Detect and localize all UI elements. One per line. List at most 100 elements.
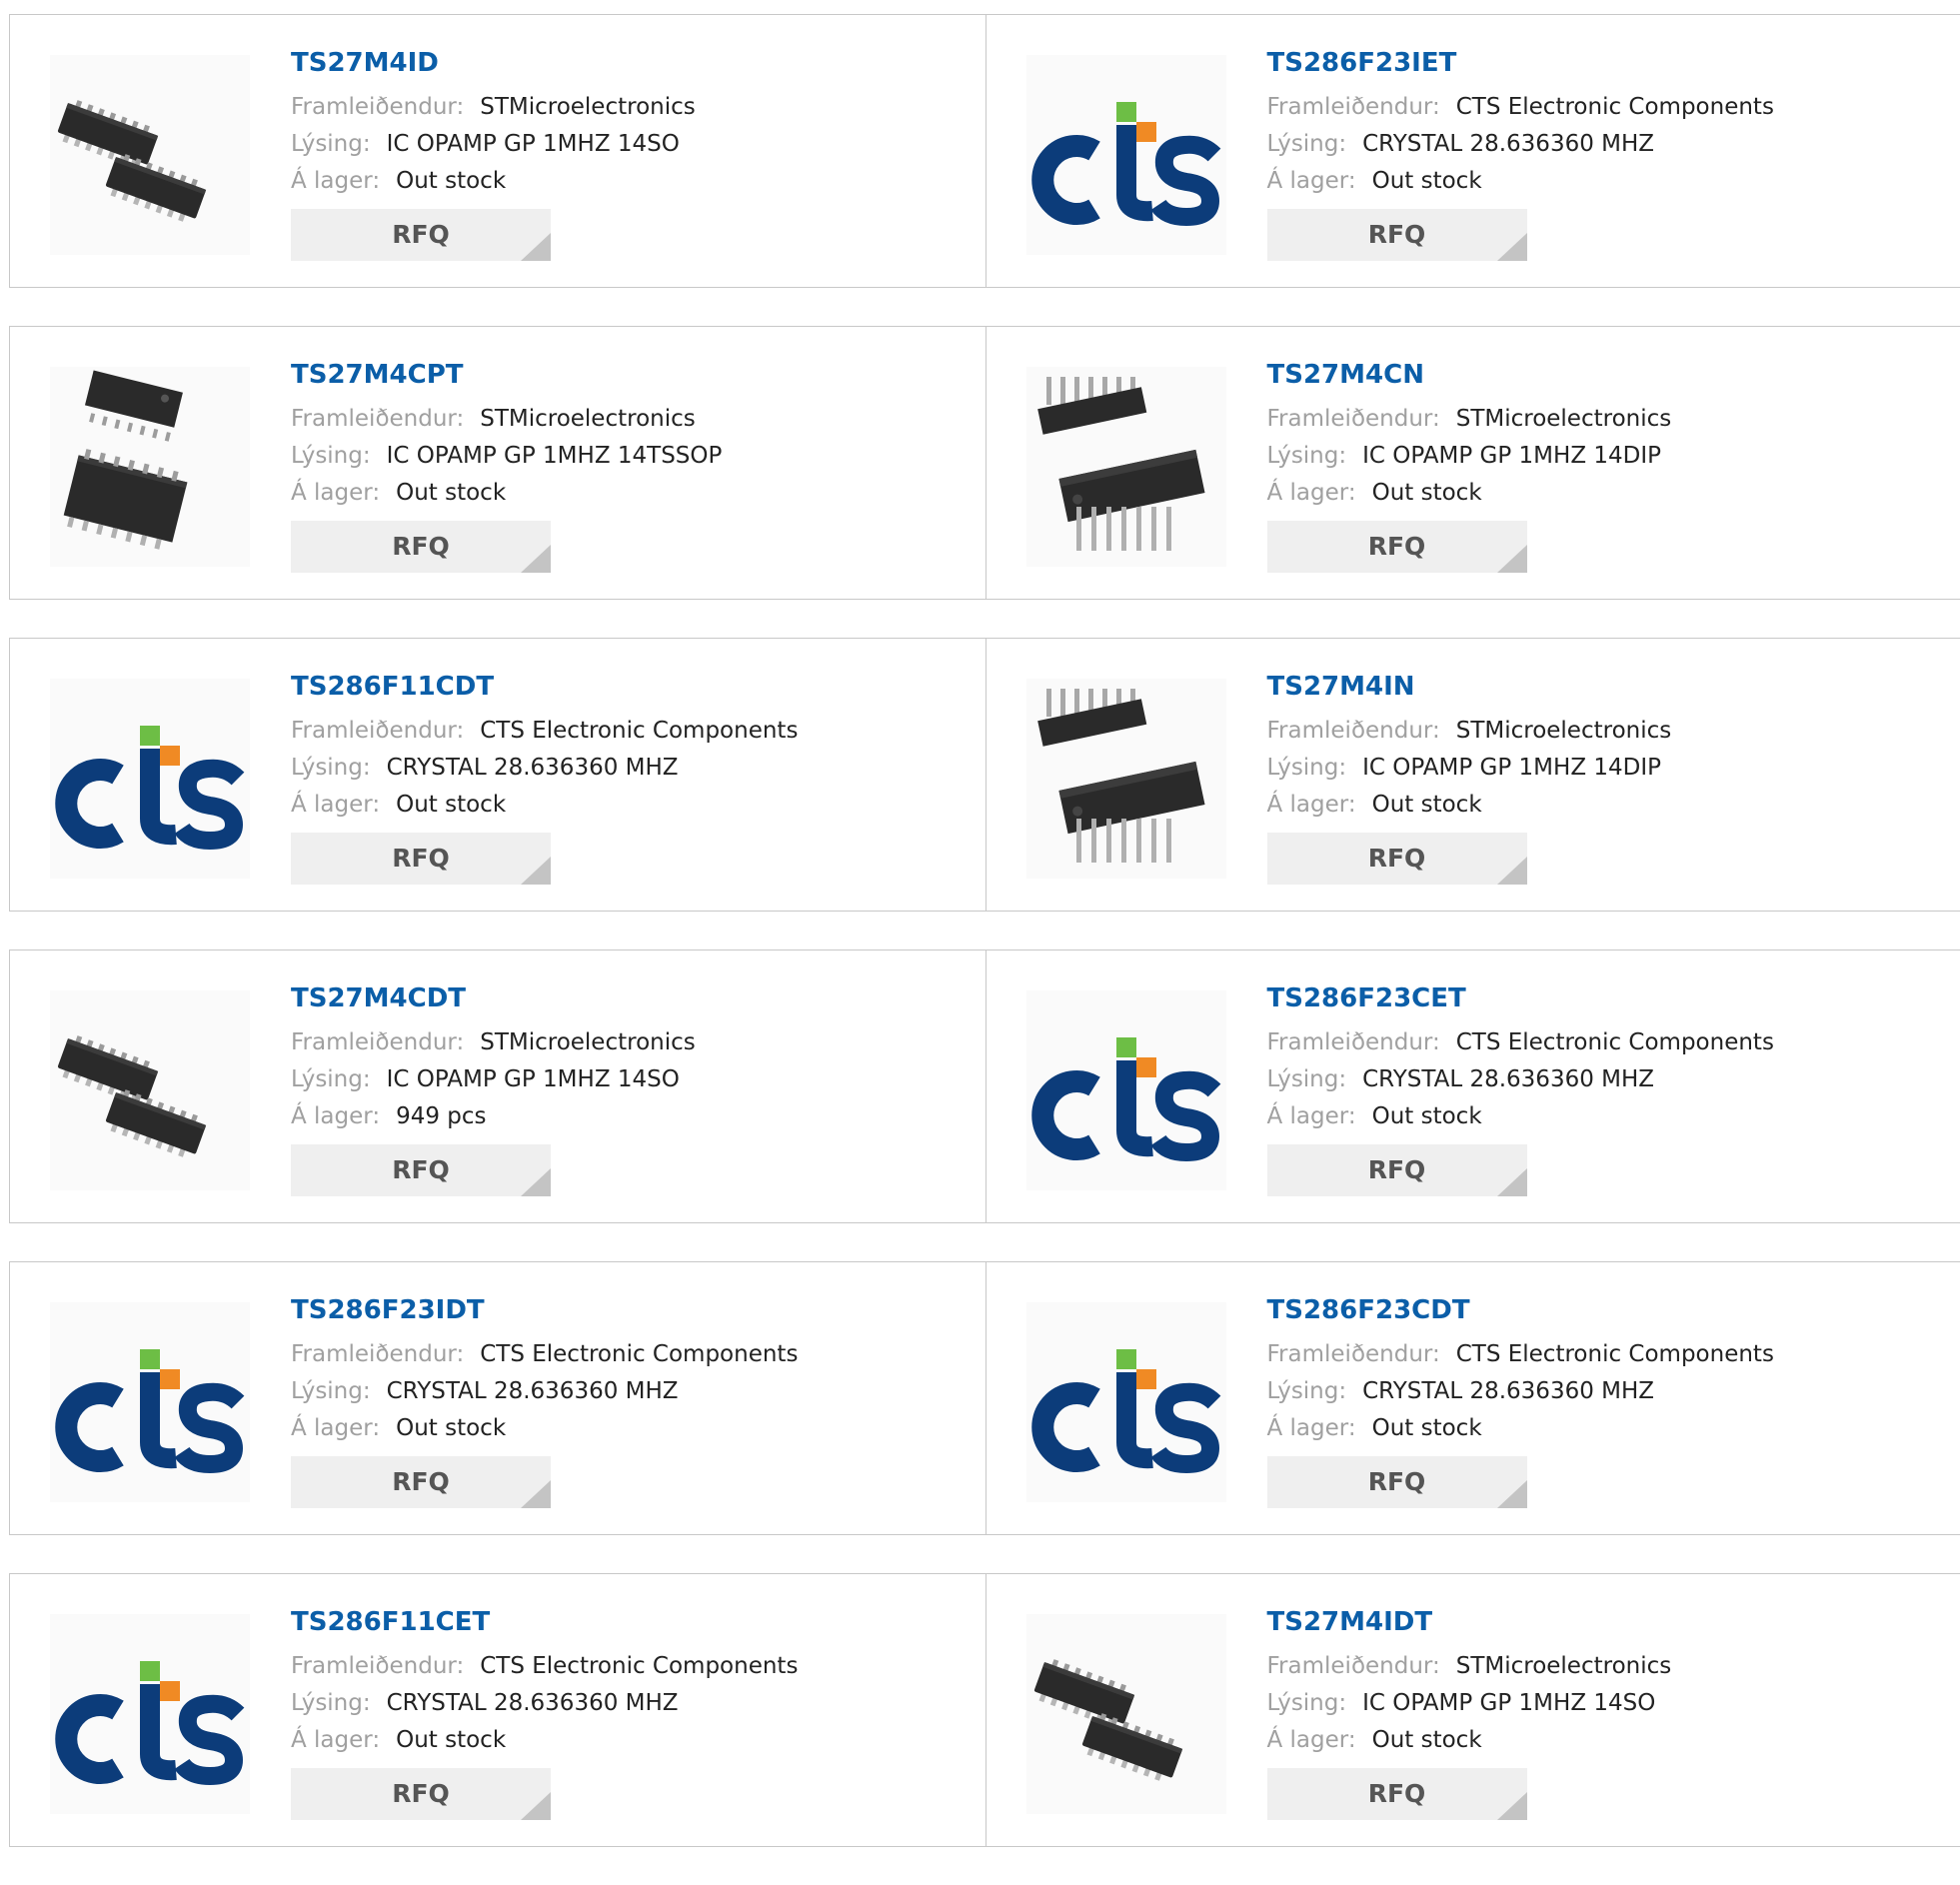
stock-label: Á lager: bbox=[1267, 1727, 1356, 1753]
cts-logo-icon[interactable] bbox=[1026, 1302, 1226, 1502]
part-number-link[interactable]: TS27M4CDT bbox=[291, 980, 696, 1016]
product-info: TS286F23IDT Framleiðendur:CTS Electronic… bbox=[291, 1292, 798, 1508]
product-card: TS27M4IN Framleiðendur:STMicroelectronic… bbox=[985, 639, 1960, 911]
manufacturer-row: Framleiðendur:STMicroelectronics bbox=[291, 89, 696, 126]
stock-label: Á lager: bbox=[1267, 1415, 1356, 1441]
dip14-chip-icon[interactable] bbox=[1026, 367, 1226, 567]
rfq-button[interactable]: RFQ bbox=[1267, 521, 1527, 573]
corner-triangle-icon bbox=[521, 1480, 551, 1508]
part-number-link[interactable]: TS27M4ID bbox=[291, 45, 696, 81]
description-label: Lýsing: bbox=[291, 443, 371, 469]
product-card: TS27M4CPT Framleiðendur:STMicroelectroni… bbox=[10, 327, 985, 599]
rfq-button-label: RFQ bbox=[392, 1779, 450, 1808]
manufacturer-value: STMicroelectronics bbox=[480, 1029, 696, 1055]
part-number-link[interactable]: TS286F23CDT bbox=[1267, 1292, 1774, 1328]
corner-triangle-icon bbox=[521, 233, 551, 261]
corner-triangle-icon bbox=[1497, 1480, 1527, 1508]
stock-label: Á lager: bbox=[291, 1415, 380, 1441]
description-row: Lýsing: CRYSTAL 28.636360 MHZ bbox=[1267, 1061, 1774, 1098]
product-row: TS27M4ID Framleiðendur:STMicroelectronic… bbox=[9, 14, 1960, 288]
rfq-button[interactable]: RFQ bbox=[291, 1768, 551, 1820]
rfq-button[interactable]: RFQ bbox=[1267, 1768, 1527, 1820]
product-info: TS286F11CET Framleiðendur:CTS Electronic… bbox=[291, 1604, 798, 1820]
description-value: IC OPAMP GP 1MHZ 14SO bbox=[1362, 1690, 1655, 1716]
manufacturer-label: Framleiðendur: bbox=[1267, 1653, 1440, 1679]
rfq-button[interactable]: RFQ bbox=[291, 1144, 551, 1196]
stock-label: Á lager: bbox=[291, 168, 380, 194]
description-value: CRYSTAL 28.636360 MHZ bbox=[1362, 131, 1654, 157]
product-info: TS286F23IET Framleiðendur:CTS Electronic… bbox=[1267, 45, 1774, 261]
part-number-link[interactable]: TS27M4CPT bbox=[291, 357, 722, 393]
rfq-button[interactable]: RFQ bbox=[291, 833, 551, 885]
description-label: Lýsing: bbox=[291, 1378, 371, 1404]
cts-logo-icon[interactable] bbox=[1026, 55, 1226, 255]
description-value: CRYSTAL 28.636360 MHZ bbox=[1362, 1066, 1654, 1092]
rfq-button[interactable]: RFQ bbox=[1267, 209, 1527, 261]
stock-value: Out stock bbox=[396, 168, 506, 194]
so14-chip-icon[interactable] bbox=[50, 990, 250, 1190]
product-info: TS27M4ID Framleiðendur:STMicroelectronic… bbox=[291, 45, 696, 261]
corner-triangle-icon bbox=[1497, 1792, 1527, 1820]
description-value: IC OPAMP GP 1MHZ 14DIP bbox=[1362, 755, 1661, 781]
stock-row: Á lager: Out stock bbox=[291, 1410, 798, 1447]
stock-value: Out stock bbox=[396, 480, 506, 506]
dip14-chip-icon[interactable] bbox=[1026, 679, 1226, 879]
part-number-link[interactable]: TS286F23CET bbox=[1267, 980, 1774, 1016]
rfq-button[interactable]: RFQ bbox=[1267, 833, 1527, 885]
description-label: Lýsing: bbox=[1267, 1378, 1347, 1404]
manufacturer-label: Framleiðendur: bbox=[291, 1029, 464, 1055]
product-grid: TS27M4ID Framleiðendur:STMicroelectronic… bbox=[9, 14, 1960, 1885]
description-value: IC OPAMP GP 1MHZ 14SO bbox=[387, 131, 680, 157]
so14-chip-icon[interactable] bbox=[1026, 1614, 1226, 1814]
part-number-link[interactable]: TS286F11CDT bbox=[291, 669, 798, 705]
corner-triangle-icon bbox=[1497, 1168, 1527, 1196]
so14-chip-icon[interactable] bbox=[50, 55, 250, 255]
stock-label: Á lager: bbox=[1267, 792, 1356, 818]
product-card: TS286F11CDT Framleiðendur:CTS Electronic… bbox=[10, 639, 985, 911]
rfq-button[interactable]: RFQ bbox=[291, 209, 551, 261]
description-row: Lýsing:IC OPAMP GP 1MHZ 14TSSOP bbox=[291, 438, 722, 475]
stock-value: Out stock bbox=[396, 1727, 506, 1753]
product-card: TS27M4IDT Framleiðendur: STMicroelectroni… bbox=[985, 1574, 1960, 1846]
description-label: Lýsing: bbox=[1267, 1690, 1347, 1716]
cts-logo-icon[interactable] bbox=[1026, 990, 1226, 1190]
description-label: Lýsing: bbox=[1267, 131, 1347, 157]
part-number-link[interactable]: TS27M4IN bbox=[1267, 669, 1672, 705]
manufacturer-row: Framleiðendur:STMicroelectronics bbox=[1267, 401, 1672, 438]
product-card: TS27M4CDT Framleiðendur: STMicroelectroni… bbox=[10, 950, 985, 1222]
rfq-button[interactable]: RFQ bbox=[1267, 1144, 1527, 1196]
part-number-link[interactable]: TS286F11CET bbox=[291, 1604, 798, 1640]
rfq-button[interactable]: RFQ bbox=[291, 1456, 551, 1508]
product-card: TS27M4ID Framleiðendur:STMicroelectronic… bbox=[10, 15, 985, 287]
manufacturer-row: Framleiðendur:CTS Electronic Components bbox=[291, 1648, 798, 1685]
product-row: TS27M4CDT Framleiðendur: STMicroelectroni… bbox=[9, 949, 1960, 1223]
product-card: TS286F23CET Framleiðendur:CTS Electronic… bbox=[985, 950, 1960, 1222]
part-number-link[interactable]: TS27M4CN bbox=[1267, 357, 1672, 393]
stock-value: Out stock bbox=[396, 1415, 506, 1441]
description-label: Lýsing: bbox=[1267, 755, 1347, 781]
description-row: Lýsing:CRYSTAL 28.636360 MHZ bbox=[1267, 1373, 1774, 1410]
manufacturer-value: STMicroelectronics bbox=[1456, 1653, 1672, 1679]
product-row: TS286F11CET Framleiðendur:CTS Electronic… bbox=[9, 1573, 1960, 1847]
tssop14-chip-icon[interactable] bbox=[50, 367, 250, 567]
description-row: Lýsing: IC OPAMP GP 1MHZ 14SO bbox=[1267, 1685, 1672, 1722]
part-number-link[interactable]: TS27M4IDT bbox=[1267, 1604, 1672, 1640]
product-row: TS286F23IDT Framleiðendur:CTS Electronic… bbox=[9, 1261, 1960, 1535]
rfq-button[interactable]: RFQ bbox=[291, 521, 551, 573]
manufacturer-label: Framleiðendur: bbox=[291, 718, 464, 744]
description-value: CRYSTAL 28.636360 MHZ bbox=[387, 755, 679, 781]
description-row: Lýsing: IC OPAMP GP 1MHZ 14DIP bbox=[1267, 750, 1672, 787]
manufacturer-row: Framleiðendur:STMicroelectronics bbox=[1267, 713, 1672, 750]
description-value: IC OPAMP GP 1MHZ 14SO bbox=[387, 1066, 680, 1092]
part-number-link[interactable]: TS286F23IDT bbox=[291, 1292, 798, 1328]
cts-logo-icon[interactable] bbox=[50, 1614, 250, 1814]
product-info: TS286F23CDT Framleiðendur:CTS Electronic… bbox=[1267, 1292, 1774, 1508]
part-number-link[interactable]: TS286F23IET bbox=[1267, 45, 1774, 81]
rfq-button-label: RFQ bbox=[1368, 1779, 1426, 1808]
cts-logo-icon[interactable] bbox=[50, 1302, 250, 1502]
rfq-button[interactable]: RFQ bbox=[1267, 1456, 1527, 1508]
description-row: Lýsing:CRYSTAL 28.636360 MHZ bbox=[291, 1685, 798, 1722]
cts-logo-icon[interactable] bbox=[50, 679, 250, 879]
manufacturer-value: STMicroelectronics bbox=[480, 406, 696, 432]
description-label: Lýsing: bbox=[1267, 1066, 1347, 1092]
